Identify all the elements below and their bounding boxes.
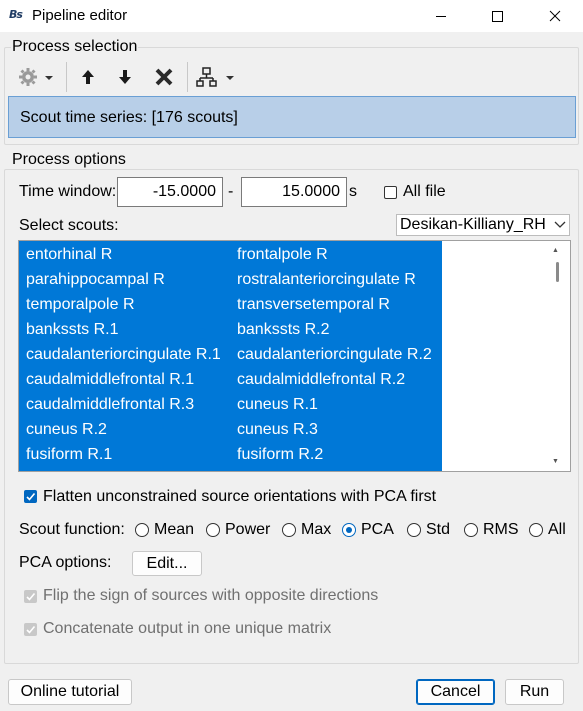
- concatenate-label: Concatenate output in one unique matrix: [43, 620, 332, 637]
- scout-item[interactable]: caudalmiddlefrontal R.1: [26, 371, 194, 389]
- process-list-item[interactable]: Scout time series: [176 scouts]: [20, 109, 238, 127]
- pipeline-tree-icon: [196, 67, 234, 87]
- gear-icon: [19, 68, 53, 86]
- scout-function-label-std: Std: [426, 521, 451, 538]
- pipeline-menu-button[interactable]: [195, 62, 237, 92]
- move-down-button[interactable]: [112, 62, 138, 92]
- time-separator: -: [228, 183, 234, 200]
- maximize-button[interactable]: [474, 0, 520, 32]
- scout-item[interactable]: rostralanteriorcingulate R: [237, 271, 416, 289]
- flatten-checkbox[interactable]: [24, 490, 37, 503]
- app-icon: Bs: [9, 8, 23, 21]
- time-end-input[interactable]: 15.0000: [241, 177, 347, 207]
- maximize-icon: [492, 11, 503, 22]
- toolbar-separator: [66, 62, 67, 92]
- scrollbar-thumb[interactable]: [556, 262, 559, 282]
- online-tutorial-button[interactable]: Online tutorial: [8, 679, 132, 705]
- process-selection-title: Process selection: [11, 38, 139, 56]
- concatenate-checkbox[interactable]: [24, 623, 37, 636]
- scout-item[interactable]: cuneus R.2: [26, 421, 107, 439]
- scout-function-radio-std[interactable]: [407, 523, 421, 537]
- scout-function-radio-all[interactable]: [529, 523, 543, 537]
- scout-function-radio-pca[interactable]: [342, 523, 356, 537]
- delete-process-button[interactable]: [150, 62, 178, 92]
- scout-function-radio-rms[interactable]: [464, 523, 478, 537]
- all-file-checkbox[interactable]: [384, 186, 397, 199]
- close-icon: [549, 10, 561, 22]
- atlas-dropdown-value: Desikan-Killiany_RH: [400, 216, 546, 233]
- time-window-label: Time window:: [19, 183, 117, 200]
- scout-item[interactable]: entorhinal R: [26, 246, 112, 264]
- time-start-input[interactable]: -15.0000: [117, 177, 223, 207]
- window-title: Pipeline editor: [32, 7, 128, 24]
- scout-function-label-all: All: [548, 521, 566, 538]
- move-up-button[interactable]: [75, 62, 101, 92]
- scout-function-radio-mean[interactable]: [135, 523, 149, 537]
- arrow-up-icon: [82, 70, 94, 84]
- pca-edit-button[interactable]: Edit...: [132, 551, 202, 576]
- flip-sign-checkbox[interactable]: [24, 590, 37, 603]
- scout-item[interactable]: cuneus R.1: [237, 396, 318, 414]
- toolbar-separator: [187, 62, 188, 92]
- scout-item[interactable]: fusiform R.2: [237, 446, 323, 464]
- scroll-down-icon[interactable]: ▼: [552, 458, 559, 465]
- pca-options-label: PCA options:: [19, 554, 112, 571]
- scout-function-label-mean: Mean: [154, 521, 195, 538]
- scout-item[interactable]: frontalpole R: [237, 246, 328, 264]
- scout-function-label: Scout function:: [19, 521, 125, 538]
- checkmark-icon: [26, 625, 36, 634]
- scout-function-label-pca: PCA: [361, 521, 394, 538]
- process-options-title: Process options: [11, 151, 127, 169]
- scout-item[interactable]: temporalpole R: [26, 296, 135, 314]
- flip-sign-label: Flip the sign of sources with opposite d…: [43, 587, 379, 604]
- cancel-button[interactable]: Cancel: [416, 679, 495, 705]
- all-file-label: All file: [403, 183, 446, 200]
- select-scouts-label: Select scouts:: [19, 217, 119, 234]
- scout-item[interactable]: fusiform R.1: [26, 446, 112, 464]
- arrow-down-icon: [119, 70, 131, 84]
- chevron-down-icon: [554, 221, 566, 228]
- process-menu-button[interactable]: [16, 62, 56, 92]
- close-button[interactable]: [532, 0, 578, 32]
- scout-item[interactable]: caudalmiddlefrontal R.2: [237, 371, 405, 389]
- minimize-button[interactable]: [418, 0, 464, 32]
- scout-function-label-max: Max: [301, 521, 332, 538]
- scout-item[interactable]: caudalanteriorcingulate R.1: [26, 346, 221, 364]
- checkmark-icon: [26, 492, 36, 501]
- scout-item[interactable]: bankssts R.1: [26, 321, 118, 339]
- run-button[interactable]: Run: [505, 679, 564, 705]
- minimize-icon: [436, 16, 446, 17]
- checkmark-icon: [26, 592, 36, 601]
- scout-function-radio-power[interactable]: [206, 523, 220, 537]
- atlas-dropdown[interactable]: Desikan-Killiany_RH: [396, 214, 570, 236]
- scout-item[interactable]: cuneus R.3: [237, 421, 318, 439]
- scroll-up-icon[interactable]: ▲: [552, 247, 559, 254]
- time-unit: s: [349, 183, 357, 200]
- scout-function-label-power: Power: [225, 521, 271, 538]
- scout-item[interactable]: bankssts R.2: [237, 321, 329, 339]
- scout-function-radio-max[interactable]: [282, 523, 296, 537]
- scout-item[interactable]: transversetemporal R: [237, 296, 390, 314]
- scout-item[interactable]: parahippocampal R: [26, 271, 165, 289]
- flatten-label: Flatten unconstrained source orientation…: [43, 488, 437, 505]
- scout-item[interactable]: caudalmiddlefrontal R.3: [26, 396, 194, 414]
- delete-icon: [155, 68, 173, 86]
- scout-item[interactable]: caudalanteriorcingulate R.2: [237, 346, 432, 364]
- scout-function-label-rms: RMS: [483, 521, 519, 538]
